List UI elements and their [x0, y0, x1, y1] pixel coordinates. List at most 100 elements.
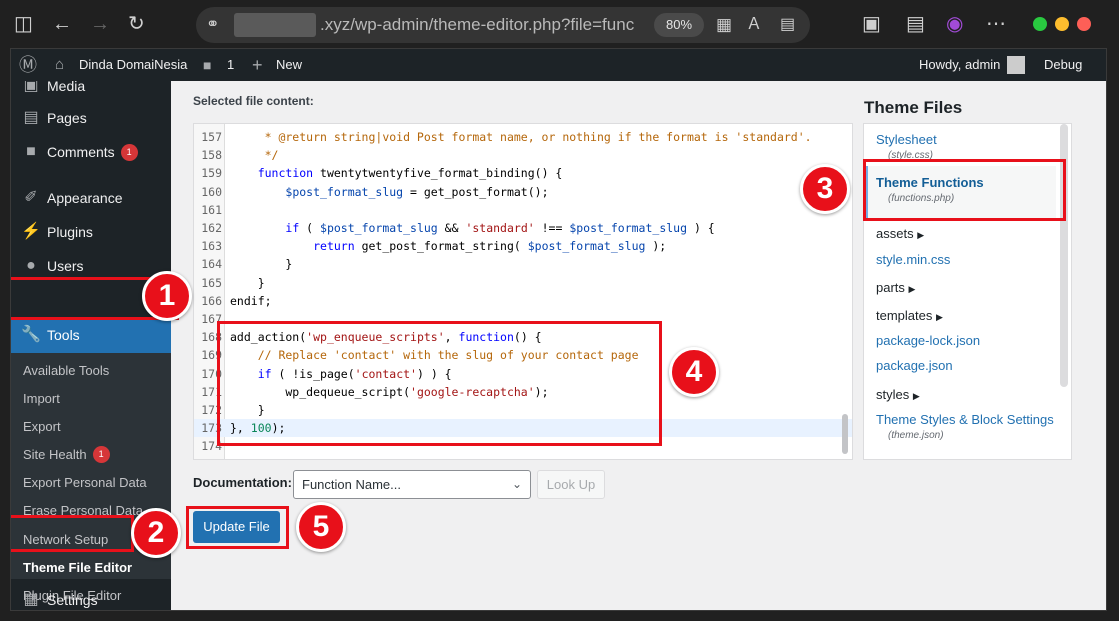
forward-icon[interactable]: → [90, 14, 110, 34]
file-theme-json[interactable]: Theme Styles & Block Settings (theme.json… [876, 412, 1054, 441]
function-name-select[interactable]: Function Name... ⌄ [293, 470, 531, 499]
plugin-icon: ⚡ [21, 223, 41, 240]
submenu-export-personal-data[interactable]: Export Personal Data [23, 473, 147, 493]
comments-count[interactable]: 1 [227, 49, 234, 81]
reader-icon[interactable]: ▤ [780, 15, 795, 35]
folder-styles-name: styles [876, 387, 910, 402]
menu-pages[interactable]: ▤ Pages [11, 101, 171, 135]
documentation-label: Documentation: [193, 475, 292, 490]
line-code: $post_format_slug = get_post_format(); [285, 184, 549, 199]
folder-assets[interactable]: assets ▶ [876, 226, 924, 241]
menu-comments[interactable]: ■ Comments 1 [11, 135, 171, 169]
debug-link[interactable]: Debug [1044, 49, 1082, 81]
pages-icon: ▤ [23, 109, 39, 126]
menu-settings[interactable]: ▦ Settings [11, 583, 171, 610]
folder-templates[interactable]: templates ▶ [876, 308, 943, 323]
code-line: 157 * @return string|void Post format na… [194, 128, 852, 146]
line-code: endif; [230, 293, 272, 308]
folder-styles[interactable]: styles ▶ [876, 387, 920, 402]
code-line: 164 } [194, 255, 852, 273]
reload-icon[interactable]: ↻ [128, 14, 145, 34]
site-info-icon[interactable]: ⚭ [206, 15, 219, 35]
minimize-dot-icon[interactable] [1055, 17, 1069, 31]
submenu-export[interactable]: Export [23, 417, 61, 437]
submenu-site-health[interactable]: Site Health 1 [23, 445, 110, 465]
line-number: 162 [201, 221, 222, 235]
line-code: return get_post_format_string( $post_for… [313, 239, 667, 254]
menu-tools[interactable]: 🔧 Tools [11, 317, 171, 353]
code-line: 162 if ( $post_format_slug && 'standard'… [194, 219, 852, 237]
selected-file-label: Selected file content: [193, 94, 314, 108]
line-code: } [230, 257, 293, 272]
close-dot-icon[interactable] [1077, 17, 1091, 31]
file-stylesheet-name: Stylesheet [876, 132, 937, 147]
code-line: 160 $post_format_slug = get_post_format(… [194, 183, 852, 201]
expand-arrow-icon: ▶ [908, 284, 916, 294]
extension-purple-icon[interactable]: ◉ [946, 14, 963, 34]
submenu-available-tools[interactable]: Available Tools [23, 361, 109, 381]
maximize-dot-icon[interactable] [1033, 17, 1047, 31]
file-package-lock-json[interactable]: package-lock.json [876, 333, 980, 348]
file-stylesheet[interactable]: Stylesheet (style.css) [876, 132, 937, 161]
back-icon[interactable]: ← [52, 14, 72, 34]
home-icon[interactable]: ⌂ [55, 49, 64, 81]
code-line: 158 */ [194, 146, 852, 164]
document-icon[interactable]: ▤ [906, 14, 925, 34]
media-icon: ▣ [23, 81, 39, 94]
code-line: 166 endif; [194, 292, 852, 310]
annotation-box-3 [863, 159, 1066, 221]
file-style-min-css[interactable]: style.min.css [876, 252, 950, 267]
paintbrush-icon: ✐ [24, 189, 38, 206]
line-number: 159 [201, 166, 222, 181]
folder-parts-name: parts [876, 280, 905, 295]
file-package-json[interactable]: package.json [876, 358, 953, 373]
annotation-box-5 [186, 506, 289, 549]
expand-arrow-icon: ▶ [917, 230, 925, 240]
line-number: 158 [201, 148, 222, 163]
browser-toolbar: ◫ ← → ↻ ⚭ .xyz/wp-admin/theme-editor.php… [0, 0, 1119, 48]
code-line: 159 function twentytwentyfive_format_bin… [194, 164, 852, 182]
comment-bubble-icon[interactable]: ■ [203, 49, 211, 81]
howdy-user[interactable]: Howdy, admin [919, 49, 1000, 81]
avatar[interactable] [1007, 56, 1025, 74]
menu-appearance[interactable]: ✐ Appearance [11, 181, 171, 215]
extensions-icon[interactable]: ▣ [862, 14, 881, 34]
expand-arrow-icon: ▶ [912, 391, 920, 401]
main-content: Selected file content: 157 * @return str… [171, 81, 1106, 610]
annotation-badge-4: 4 [669, 347, 719, 397]
look-up-button[interactable]: Look Up [537, 470, 605, 499]
line-code: * @return string|void Post format name, … [230, 130, 812, 144]
annotation-box-4 [217, 321, 662, 446]
submenu-theme-file-editor[interactable]: Theme File Editor [23, 558, 132, 578]
grid-icon[interactable]: ▦ [716, 15, 732, 35]
submenu-import[interactable]: Import [23, 389, 60, 409]
plus-icon[interactable]: + [252, 49, 263, 81]
address-bar[interactable]: ⚭ .xyz/wp-admin/theme-editor.php?file=fu… [196, 7, 810, 43]
editor-scrollbar[interactable] [842, 414, 848, 454]
translate-icon[interactable]: Ａ [746, 15, 762, 35]
line-number: 161 [201, 202, 222, 217]
line-number: 164 [201, 257, 222, 272]
annotation-badge-1: 1 [142, 271, 192, 321]
site-name-link[interactable]: Dinda DomaiNesia [79, 49, 187, 81]
more-menu-icon[interactable]: ⋯ [986, 14, 1006, 34]
annotation-badge-2: 2 [131, 508, 181, 558]
zoom-indicator[interactable]: 80% [654, 13, 704, 37]
file-theme-json-name: Theme Styles & Block Settings [876, 412, 1054, 427]
menu-media[interactable]: ▣ Media [11, 81, 171, 103]
folder-parts[interactable]: parts ▶ [876, 280, 915, 295]
line-number: 163 [201, 239, 222, 254]
chevron-down-icon: ⌄ [511, 477, 522, 491]
expand-arrow-icon: ▶ [936, 312, 943, 322]
folder-assets-name: assets [876, 226, 914, 241]
menu-plugins[interactable]: ⚡ Plugins [11, 215, 171, 249]
line-code: function twentytwentyfive_format_binding… [257, 166, 563, 181]
folder-templates-name: templates [876, 308, 933, 323]
line-number: 160 [201, 184, 222, 199]
line-code: if ( $post_format_slug && 'standard' !==… [285, 221, 715, 235]
line-number: 157 [201, 130, 222, 144]
new-link[interactable]: New [276, 49, 302, 81]
browser-window: Ⓜ ⌂ Dinda DomaiNesia ■ 1 + New Howdy, ad… [10, 48, 1107, 611]
sidebar-toggle-icon[interactable]: ◫ [14, 14, 33, 34]
wordpress-logo-icon[interactable]: Ⓜ [19, 49, 37, 81]
